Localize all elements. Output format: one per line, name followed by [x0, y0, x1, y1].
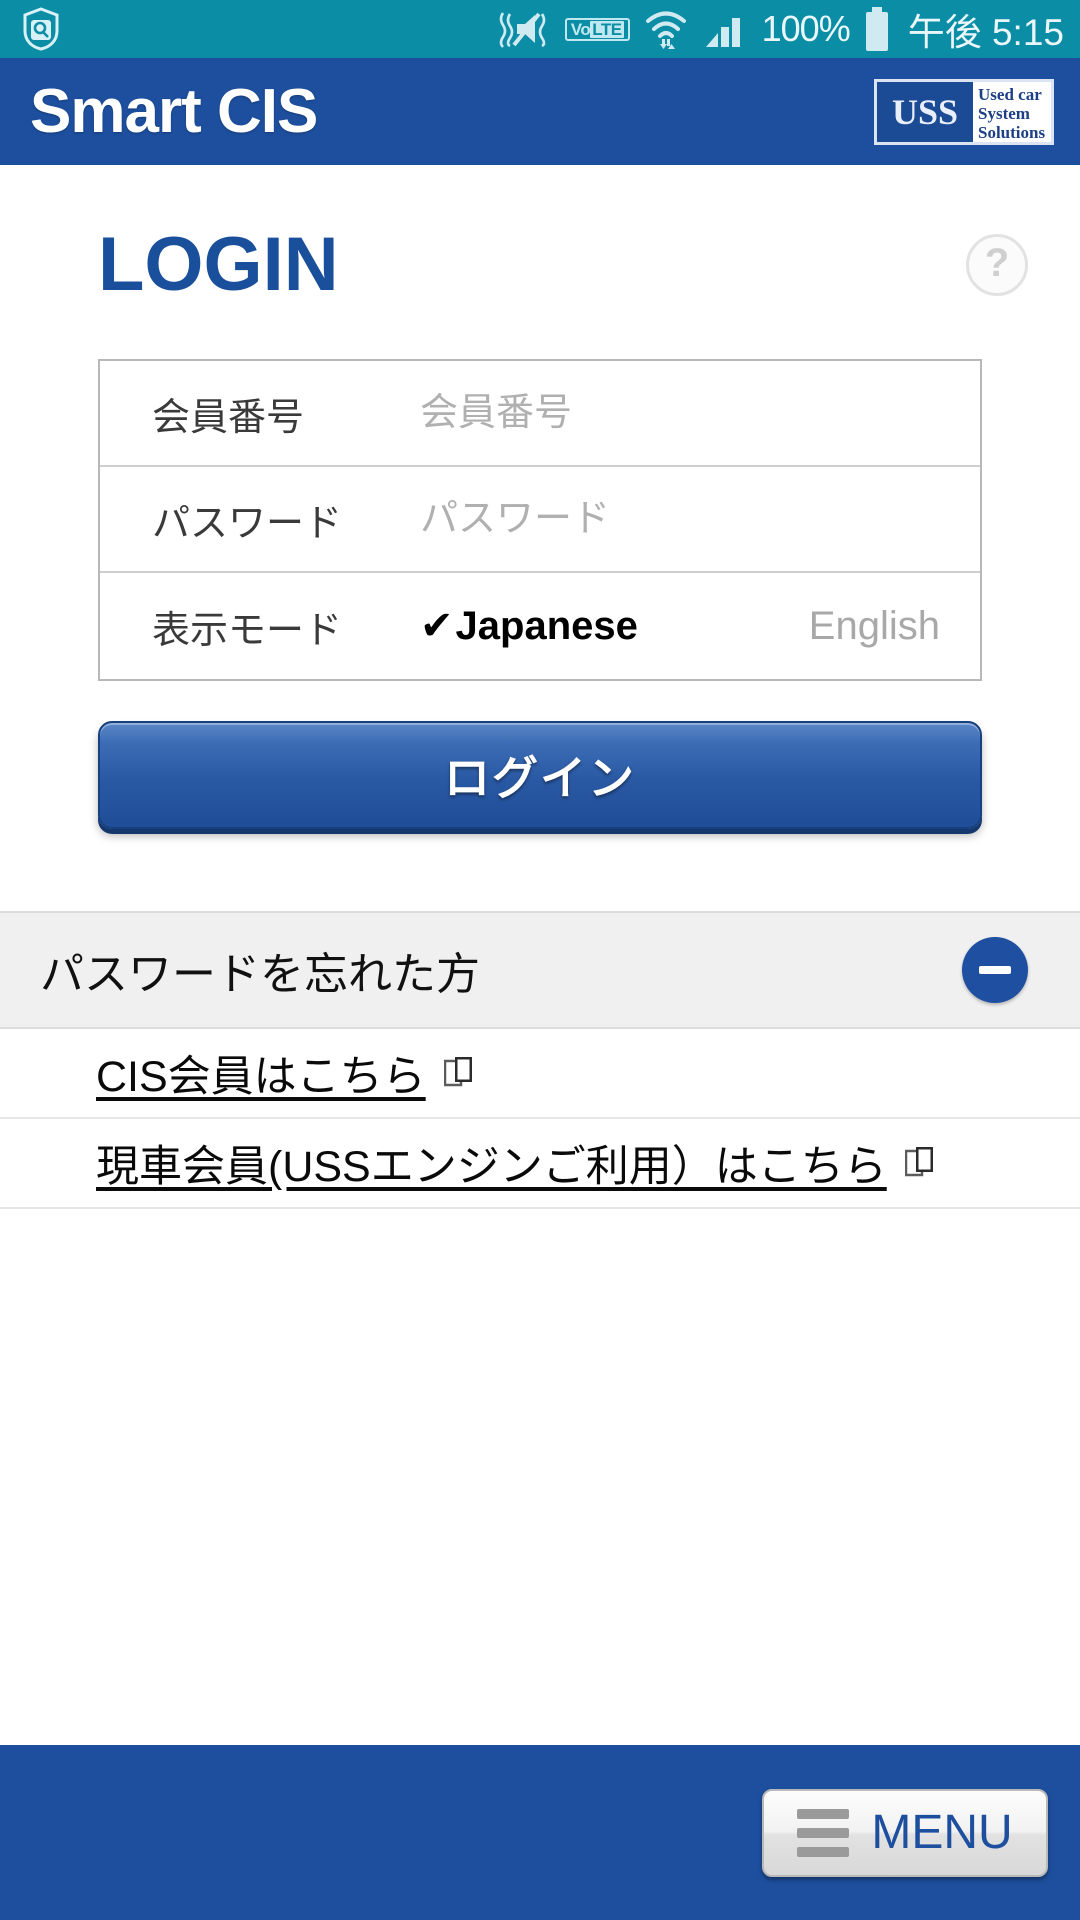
- member-number-row[interactable]: 会員番号: [100, 361, 980, 467]
- volte-icon: Vo LTE: [564, 17, 630, 41]
- member-number-input[interactable]: [420, 391, 980, 435]
- hamburger-bar: [797, 1827, 850, 1838]
- minus-bar: [979, 966, 1011, 974]
- hamburger-bar: [797, 1808, 850, 1819]
- security-shield-icon: [23, 7, 59, 51]
- list-item[interactable]: CIS会員はこちら: [0, 1029, 1080, 1119]
- forgot-password-title: パスワードを忘れた方: [40, 950, 480, 999]
- status-bar-left: [22, 7, 60, 51]
- wifi-icon: [645, 11, 686, 49]
- password-label: パスワード: [152, 502, 343, 545]
- login-button-wrap: ログイン: [0, 681, 1080, 829]
- uss-logo-line2: System: [978, 103, 1030, 123]
- app-brand-title: Smart CIS: [30, 76, 318, 146]
- status-bar-clock: 午後 5:15: [907, 12, 1064, 53]
- forgot-password-header[interactable]: パスワードを忘れた方: [0, 911, 1080, 1029]
- login-form: 会員番号 パスワード 表示モード ✔Japanese English: [98, 359, 982, 681]
- display-mode-label: 表示モード: [152, 609, 343, 652]
- uss-logo: USS Used car System Solutions: [874, 78, 1054, 145]
- app-header: Smart CIS USS Used car System Solutions: [0, 58, 1080, 165]
- forgot-password-accordion: パスワードを忘れた方 CIS会員はこちら 現車会員(USSエンジンご利用）はこち…: [0, 911, 1080, 1209]
- uss-logo-mark: USS: [891, 91, 959, 132]
- password-input[interactable]: [420, 497, 980, 541]
- volte-suffix: LTE: [590, 19, 624, 39]
- language-options: ✔ Japanese English: [420, 603, 980, 649]
- page-title: LOGIN: [98, 222, 339, 307]
- check-icon: ✔: [420, 604, 454, 648]
- collapse-minus-icon[interactable]: [962, 937, 1028, 1003]
- language-option-japanese[interactable]: ✔ Japanese: [420, 603, 638, 649]
- main-content: LOGIN ? 会員番号 パスワード 表示モード ✔Japanese Engli…: [0, 165, 1080, 1745]
- menu-button[interactable]: MENU: [762, 1788, 1048, 1877]
- battery-percent-label: 100%: [761, 8, 851, 49]
- login-submit-button[interactable]: ログイン: [98, 721, 982, 829]
- uss-logo-line3: Solutions: [978, 122, 1046, 142]
- language-option-english[interactable]: English: [809, 604, 940, 649]
- volte-prefix: Vo: [570, 19, 591, 39]
- cis-member-link[interactable]: CIS会員はこちら: [96, 1042, 426, 1104]
- status-bar: Vo LTE 100% 午後 5:15: [0, 0, 1080, 58]
- menu-button-label: MENU: [871, 1806, 1013, 1859]
- hamburger-icon: [797, 1808, 850, 1857]
- list-item[interactable]: 現車会員(USSエンジンご利用）はこちら: [0, 1119, 1080, 1209]
- hamburger-bar: [797, 1846, 850, 1857]
- app-root: Vo LTE 100% 午後 5:15 Smart CIS USS Used c…: [0, 0, 1080, 1920]
- vibrate-mute-icon: [499, 12, 546, 48]
- display-mode-row: 表示モード ✔ Japanese English: [100, 573, 980, 679]
- external-link-icon: [443, 1057, 472, 1087]
- status-bar-right: Vo LTE 100% 午後 5:15: [495, 2, 1064, 56]
- password-row[interactable]: パスワード: [100, 467, 980, 573]
- uss-logo-text: Used car System Solutions: [973, 81, 1051, 142]
- genshakaiin-member-link[interactable]: 現車会員(USSエンジンご利用）はこちら: [96, 1132, 887, 1194]
- uss-logo-line1: Used car: [978, 84, 1042, 104]
- external-link-icon: [904, 1147, 933, 1177]
- member-number-label: 会員番号: [152, 396, 305, 439]
- battery-full-icon: [865, 7, 888, 51]
- login-title-row: LOGIN ?: [0, 165, 1080, 303]
- help-button[interactable]: ?: [966, 234, 1028, 296]
- cellular-signal-icon: [705, 18, 740, 47]
- bottom-bar: MENU: [0, 1745, 1080, 1920]
- language-option-japanese-label: Japanese: [455, 603, 638, 648]
